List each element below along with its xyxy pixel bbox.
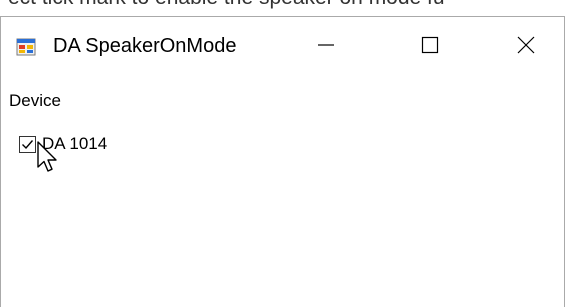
device-checkbox[interactable] bbox=[19, 135, 36, 153]
device-checkbox-row[interactable]: DA 1014 bbox=[19, 133, 107, 155]
screenshot-page: ect tick mark to enable the speaker on m… bbox=[0, 0, 565, 307]
close-icon bbox=[517, 36, 535, 54]
checkmark-icon bbox=[22, 139, 34, 149]
maximize-icon bbox=[421, 36, 439, 54]
app-icon bbox=[16, 38, 36, 56]
minimize-button[interactable] bbox=[291, 17, 361, 73]
maximize-button[interactable] bbox=[395, 17, 465, 73]
window-title: DA SpeakerOnMode bbox=[53, 35, 237, 57]
app-window: DA SpeakerOnMode Device DA 1014 bbox=[0, 16, 565, 307]
close-button[interactable] bbox=[491, 17, 561, 73]
device-label: Device bbox=[9, 91, 61, 110]
instruction-caption: ect tick mark to enable the speaker on m… bbox=[0, 0, 565, 9]
device-checkbox-label[interactable]: DA 1014 bbox=[42, 133, 107, 155]
title-bar[interactable]: DA SpeakerOnMode bbox=[1, 17, 564, 73]
minimize-icon bbox=[318, 44, 334, 46]
form-client-area: Device DA 1014 bbox=[1, 73, 564, 307]
